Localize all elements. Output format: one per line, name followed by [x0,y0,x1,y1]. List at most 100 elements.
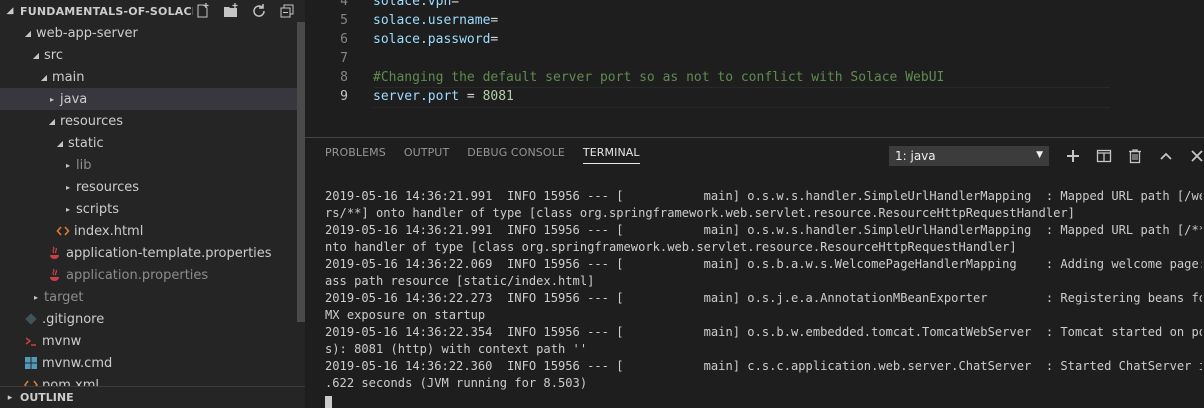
html-file-icon [54,224,72,238]
terminal-select-value: 1: java [895,149,936,163]
tab-terminal[interactable]: TERMINAL [582,146,640,164]
terminal-line: 2019-05-16 14:36:22.273 INFO 15956 --- [… [325,291,1202,305]
tree-item-label: main [52,69,85,85]
chevron-right-icon[interactable]: ▸ [60,205,76,214]
tree-item-main[interactable]: ◢ main [0,66,297,88]
tree-item-mvnw-cmd[interactable]: mvnw.cmd [0,352,297,374]
terminal-line: 2019-05-16 14:36:22.069 INFO 15956 --- [… [325,257,1202,271]
line-number: 6 [340,32,348,47]
new-folder-icon[interactable] [221,1,241,21]
collapse-all-icon[interactable] [277,1,297,21]
windows-icon [22,356,40,370]
terminal-line: s): 8081 (http) with context path '' [325,342,588,356]
tree-item-mvnw[interactable]: mvnw [0,330,297,352]
new-file-icon[interactable] [193,1,213,21]
tree-item-label: resources [76,179,140,195]
terminal-line: ass path resource [static/index.html] [325,274,595,288]
explorer-title[interactable]: FUNDAMENTALS-OF-SOLACE-... [20,5,193,18]
tab-problems[interactable]: PROBLEMS [325,146,386,164]
chevron-right-icon[interactable]: ▸ [28,293,44,302]
tree-item-label: .gitignore [42,311,105,327]
refresh-icon[interactable] [249,1,269,21]
chevron-down-icon[interactable]: ◢ [36,73,52,82]
dropdown-arrow-icon: ▼ [1036,150,1043,160]
tab-output[interactable]: OUTPUT [404,146,449,164]
tree-item-application-template-properties[interactable]: application-template.properties [0,242,297,264]
terminal-line: rs/**] onto handler of type [class org.s… [325,206,1075,220]
chevron-down-icon[interactable]: ◢ [20,29,36,38]
operator: = [490,13,499,28]
tree-item-application-properties[interactable]: application.properties [0,264,297,286]
chevron-down-icon[interactable]: ◢ [0,6,20,16]
terminal-cursor [325,396,332,408]
chevron-down-icon[interactable]: ◢ [28,51,44,60]
chevron-up-icon[interactable] [1156,146,1176,166]
git-icon [22,312,40,326]
line-number: 5 [340,13,348,28]
plus-icon[interactable] [1063,146,1083,166]
terminal-line: MX exposure on startup [325,308,486,322]
panel-actions [1063,146,1204,166]
tree-item-resources-static[interactable]: ▸ resources [0,176,297,198]
tree-item-label: scripts [76,201,119,217]
chevron-right-icon[interactable]: ▸ [44,95,60,104]
tree-item-label: resources [60,113,124,129]
tree-item-label: application.properties [66,267,209,283]
java-properties-icon [46,246,64,260]
operator: = [490,32,499,47]
sidebar-scrollbar[interactable] [297,22,305,322]
terminal-line: 2019-05-16 14:36:21.991 INFO 15956 --- [… [325,223,1202,237]
terminal-output[interactable]: 2019-05-16 14:36:21.991 INFO 15956 --- [… [325,188,1202,408]
tree-item-label: src [44,47,63,63]
code-line[interactable]: 8 #Changing the default server port so a… [305,68,1204,87]
file-tree: ◢ web-app-server ◢ src ◢ main ▸ java ◢ r… [0,22,297,396]
code-line[interactable]: 6 solace.password= [305,30,1204,49]
property-key: solace.vpn [373,0,452,9]
tree-item-label: target [44,289,84,305]
tree-item-static[interactable]: ◢ static [0,132,297,154]
chevron-down-icon[interactable]: ◢ [52,139,68,148]
tab-debug-console[interactable]: DEBUG CONSOLE [467,146,565,164]
tree-item-scripts[interactable]: ▸ scripts [0,198,297,220]
code-line-current[interactable]: 9 server.port = 8081 [305,87,1204,108]
property-key: solace.password [373,32,491,47]
split-icon[interactable] [1094,146,1114,166]
code-line[interactable]: 7 [305,49,1204,68]
tree-item-index-html[interactable]: index.html [0,220,297,242]
explorer-sidebar: ◢ FUNDAMENTALS-OF-SOLACE-... ◢ web-app-s… [0,0,305,408]
operator: = [451,0,460,9]
chevron-down-icon[interactable]: ◢ [44,117,60,126]
tree-item-resources[interactable]: ◢ resources [0,110,297,132]
terminal-prompt-line[interactable] [325,395,1202,408]
tree-item-gitignore[interactable]: .gitignore [0,308,297,330]
code-line[interactable]: 4 solace.vpn= [305,0,1204,11]
tree-item-label: mvnw [42,333,82,349]
code-line[interactable]: 5 solace.username= [305,11,1204,30]
outline-header[interactable]: ▸ OUTLINE [0,386,305,408]
java-properties-icon [46,268,64,282]
tree-item-java[interactable]: ▸ java [0,88,297,110]
chevron-right-icon[interactable]: ▸ [0,393,20,403]
code-editor[interactable]: 4 solace.vpn= 5 solace.username= 6 solac… [305,0,1204,137]
tree-item-label: static [68,135,104,151]
shell-script-icon [22,334,40,348]
tree-item-web-app-server[interactable]: ◢ web-app-server [0,22,297,44]
line-number: 9 [340,89,348,104]
line-number: 4 [340,0,348,9]
comment: #Changing the default server port so as … [373,70,945,85]
terminal-select[interactable]: 1: java ▼ [889,146,1049,166]
trash-icon[interactable] [1125,146,1145,166]
panel-tabs: PROBLEMS OUTPUT DEBUG CONSOLE TERMINAL [325,146,640,164]
chevron-right-icon[interactable]: ▸ [60,183,76,192]
tree-item-lib[interactable]: ▸ lib [0,154,297,176]
close-icon[interactable] [1187,146,1204,166]
tree-item-target[interactable]: ▸ target [0,286,297,308]
explorer-header[interactable]: ◢ FUNDAMENTALS-OF-SOLACE-... [0,0,305,22]
operator: = [459,89,483,104]
terminal-line: .622 seconds (JVM running for 8.503) [325,376,588,390]
chevron-right-icon[interactable]: ▸ [60,161,76,170]
bottom-panel: PROBLEMS OUTPUT DEBUG CONSOLE TERMINAL 1… [305,137,1204,408]
tree-item-src[interactable]: ◢ src [0,44,297,66]
outline-title: OUTLINE [20,391,74,404]
terminal-line: nto handler of type [class org.springfra… [325,240,1017,254]
